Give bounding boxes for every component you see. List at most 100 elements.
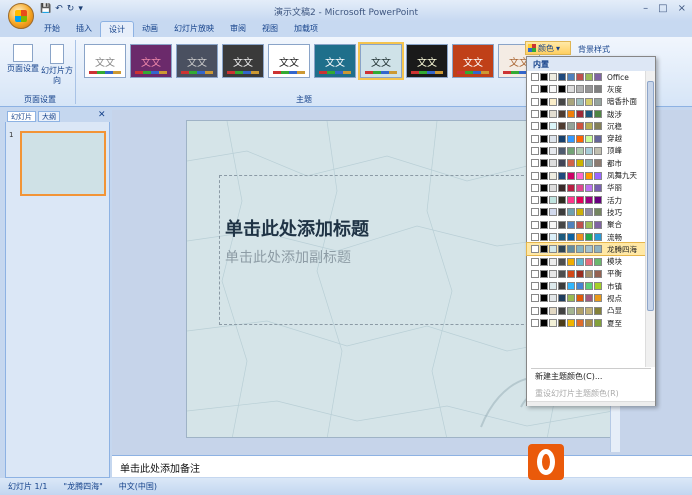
theme-thumbnail[interactable]: 文文 xyxy=(268,44,310,78)
color-scheme-item[interactable]: 平衡 xyxy=(527,268,645,280)
theme-thumbnail[interactable]: 文文 xyxy=(358,42,404,80)
color-swatch xyxy=(567,122,575,131)
color-swatch xyxy=(576,196,584,205)
tab-3[interactable]: 动画 xyxy=(134,21,166,37)
color-swatch xyxy=(531,220,539,229)
tab-outline[interactable]: 大纲 xyxy=(38,110,60,122)
color-swatch xyxy=(567,257,575,266)
theme-colors-button[interactable]: 颜色 ▾ xyxy=(525,41,571,55)
color-swatch xyxy=(531,294,539,303)
color-swatch xyxy=(594,220,602,229)
color-scheme-name: Office xyxy=(607,72,629,82)
dropdown-scrollbar[interactable] xyxy=(645,71,655,367)
tab-6[interactable]: 视图 xyxy=(254,21,286,37)
tab-5[interactable]: 审阅 xyxy=(222,21,254,37)
color-swatch xyxy=(567,245,575,254)
color-swatch xyxy=(558,159,566,168)
theme-swatch-bar xyxy=(319,71,351,74)
tab-slides[interactable]: 幻灯片 xyxy=(7,110,36,122)
slide-title[interactable]: 单击此处添加标题 xyxy=(225,215,369,241)
color-scheme-item[interactable]: 技巧 xyxy=(527,206,645,218)
color-swatch xyxy=(540,208,548,217)
pane-close-icon[interactable]: ✕ xyxy=(98,110,106,120)
scroll-thumb[interactable] xyxy=(647,81,654,311)
page-setup-button[interactable]: 页面设置 xyxy=(6,44,40,74)
color-scheme-name: 顶峰 xyxy=(607,146,622,156)
color-scheme-item[interactable]: 华丽 xyxy=(527,182,645,194)
pane-tabs: 幻灯片 大纲 xyxy=(5,110,110,122)
color-scheme-item[interactable]: 顶峰 xyxy=(527,145,645,157)
new-theme-colors-item[interactable]: 新建主题颜色(C)... xyxy=(535,371,602,382)
office-button[interactable] xyxy=(8,3,34,29)
color-scheme-item[interactable]: 市镇 xyxy=(527,280,645,292)
color-swatch xyxy=(549,73,557,82)
color-swatch xyxy=(594,159,602,168)
slide-thumbnail[interactable] xyxy=(20,131,106,196)
resize-grip[interactable] xyxy=(527,401,655,406)
tab-7[interactable]: 加载项 xyxy=(286,21,326,37)
ribbon-tabs: 开始 插入 设计 动画 幻灯片放映 审阅 视图 加载项 xyxy=(36,21,326,37)
color-swatch xyxy=(585,146,593,155)
color-scheme-item[interactable]: 凸显 xyxy=(527,305,645,317)
color-swatch xyxy=(585,122,593,131)
theme-label: 文文 xyxy=(371,57,391,69)
theme-thumbnail[interactable]: 文文 xyxy=(130,44,172,78)
color-scheme-item[interactable]: 流畅 xyxy=(527,231,645,243)
color-scheme-item[interactable]: 都市 xyxy=(527,157,645,169)
color-scheme-item[interactable]: 凤舞九天 xyxy=(527,169,645,181)
color-swatch xyxy=(558,85,566,94)
color-swatch xyxy=(558,220,566,229)
tab-2[interactable]: 设计 xyxy=(100,21,134,37)
tab-0[interactable]: 开始 xyxy=(36,21,68,37)
color-scheme-item[interactable]: 视点 xyxy=(527,292,645,304)
maximize-button[interactable]: □ xyxy=(658,3,667,14)
reset-theme-colors-item: 重设幻灯片主题颜色(R) xyxy=(535,389,619,398)
color-swatch xyxy=(567,233,575,241)
tab-1[interactable]: 插入 xyxy=(68,21,100,37)
color-swatch xyxy=(594,110,602,119)
theme-thumbnail[interactable]: 文文 xyxy=(452,44,494,78)
theme-swatch-bar xyxy=(411,71,443,74)
color-scheme-name: 视点 xyxy=(607,293,622,303)
color-scheme-item[interactable]: 灰度 xyxy=(527,83,645,95)
color-scheme-name: 穿越 xyxy=(607,134,622,144)
background-styles-button[interactable]: 背景样式 xyxy=(578,44,610,55)
status-slide-count: 幻灯片 1/1 xyxy=(8,482,48,491)
theme-thumbnail[interactable]: 文文 xyxy=(314,44,356,78)
theme-thumbnail[interactable]: 文文 xyxy=(176,44,218,78)
minimize-button[interactable]: – xyxy=(643,3,648,14)
color-swatch xyxy=(567,183,575,192)
color-scheme-item[interactable]: 沉稳 xyxy=(527,120,645,132)
color-scheme-item[interactable]: Office xyxy=(527,71,645,83)
color-scheme-item[interactable]: 模块 xyxy=(527,255,645,267)
color-scheme-item[interactable]: 暗香扑面 xyxy=(527,96,645,108)
color-swatch xyxy=(540,85,548,94)
color-swatch xyxy=(549,183,557,192)
color-swatch xyxy=(549,146,557,155)
slide-subtitle[interactable]: 单击此处添加副标题 xyxy=(225,247,351,267)
slide-orientation-label: 幻灯片方向 xyxy=(41,66,73,85)
color-swatch xyxy=(576,146,584,155)
color-scheme-item[interactable]: 夏至 xyxy=(527,317,645,329)
close-button[interactable]: × xyxy=(678,3,686,14)
theme-swatch-bar xyxy=(457,71,489,74)
color-swatch xyxy=(558,110,566,119)
color-swatch xyxy=(558,97,566,106)
tab-4[interactable]: 幻灯片放映 xyxy=(166,21,222,37)
color-swatch xyxy=(567,159,575,168)
slide-orientation-button[interactable]: 幻灯片方向 xyxy=(40,44,74,86)
color-scheme-item[interactable]: 龙腾四海 xyxy=(526,242,646,257)
color-swatch xyxy=(576,183,584,192)
color-scheme-item[interactable]: 穿越 xyxy=(527,132,645,144)
color-scheme-item[interactable]: 跋涉 xyxy=(527,108,645,120)
color-swatch xyxy=(531,282,539,291)
theme-thumbnail[interactable]: 文文 xyxy=(406,44,448,78)
color-swatch xyxy=(585,294,593,303)
site-watermark xyxy=(528,442,688,482)
theme-thumbnail[interactable]: 文文 xyxy=(84,44,126,78)
color-scheme-item[interactable]: 聚合 xyxy=(527,219,645,231)
theme-swatch-bar xyxy=(365,71,397,74)
color-swatch xyxy=(549,282,557,291)
color-scheme-item[interactable]: 活力 xyxy=(527,194,645,206)
theme-thumbnail[interactable]: 文文 xyxy=(222,44,264,78)
